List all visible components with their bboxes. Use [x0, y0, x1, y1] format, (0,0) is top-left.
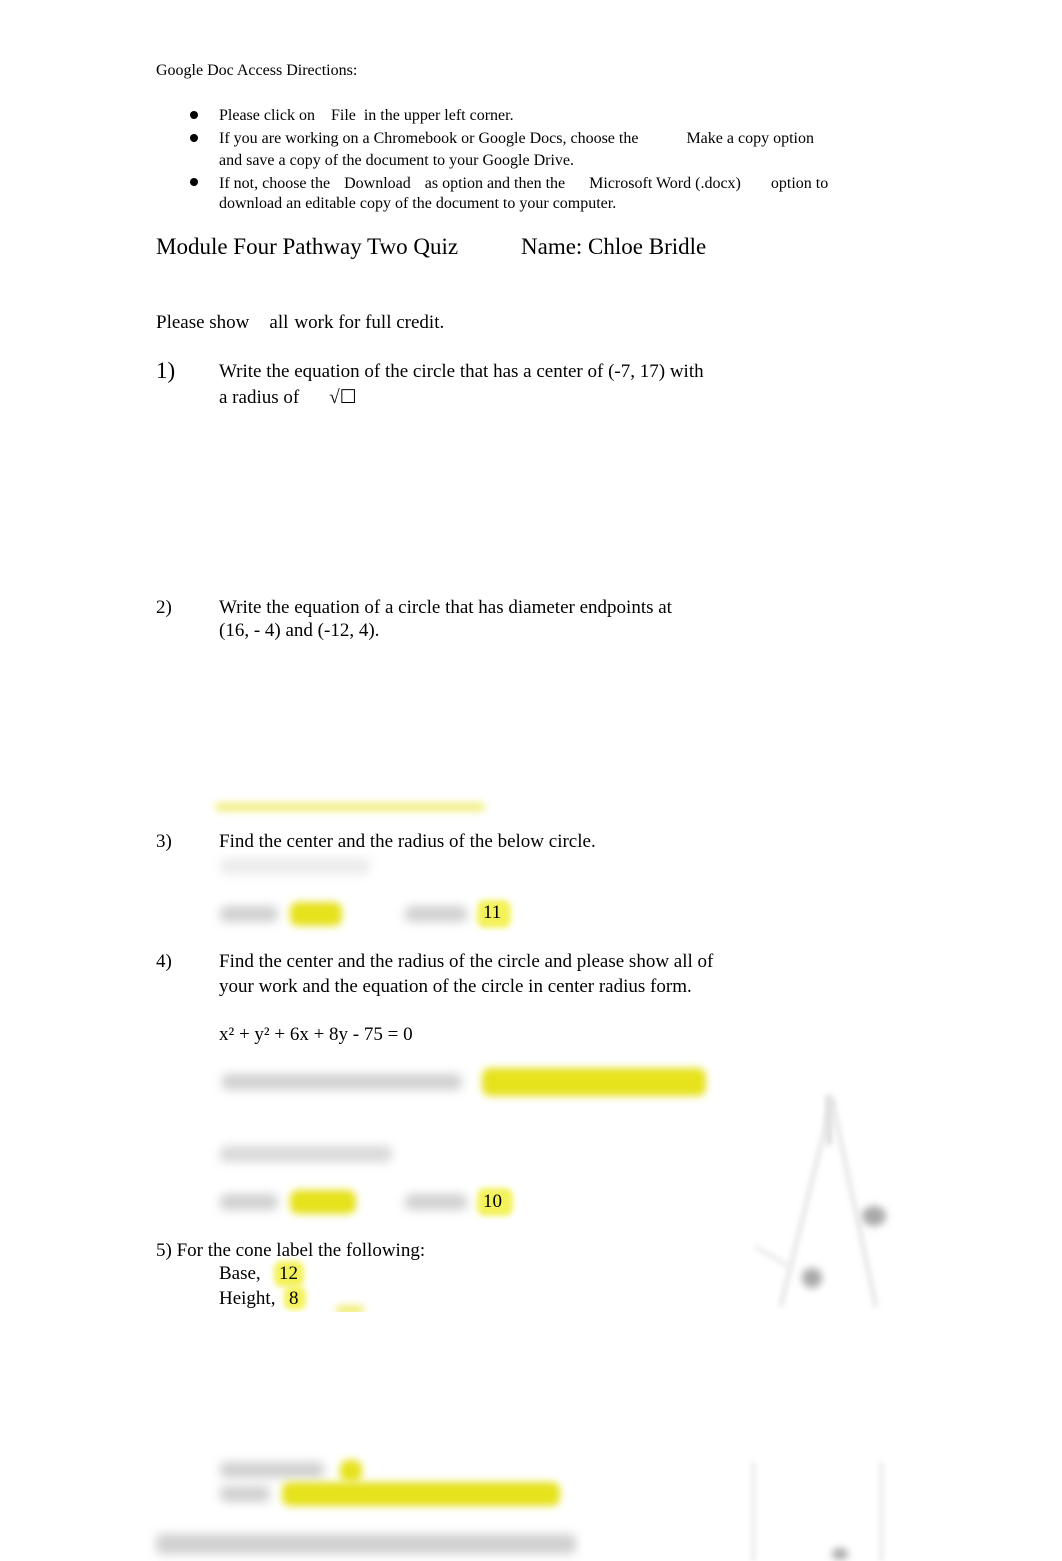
directions-item-2: If you are working on a Chromebook or Go… — [219, 130, 814, 148]
download-reference: Download — [344, 175, 411, 192]
cone-label-marker — [802, 1268, 822, 1288]
question-number: 2) — [156, 597, 172, 618]
text: Please show — [156, 312, 250, 333]
question-text-cont: a radius of √☐ — [219, 386, 357, 409]
question-text: Find the center and the radius of the ci… — [219, 951, 714, 972]
directions-item-3: If not, choose the Download as option and … — [219, 175, 828, 193]
text: For the cone label the following: — [176, 1240, 426, 1261]
text: If you are working on a Chromebook or Go… — [219, 130, 639, 147]
cone-label-marker — [862, 1206, 886, 1226]
redacted-center-answer — [290, 902, 342, 926]
redacted-question — [156, 1534, 576, 1554]
redacted-center-answer — [290, 1190, 356, 1214]
text: a radius of — [219, 387, 300, 408]
cone-figure-edge — [752, 1462, 755, 1561]
text: option to — [770, 175, 829, 192]
instructions: Please show all work for full credit. — [156, 312, 444, 334]
redacted-center-radius-form — [220, 1146, 392, 1162]
cone-right-edge — [830, 1099, 878, 1308]
text: If not, choose the — [219, 175, 331, 192]
redacted-highlight — [215, 803, 485, 811]
question-text: Find the center and the radius of the be… — [219, 831, 596, 852]
bullet-icon — [190, 178, 198, 186]
bullet-icon — [190, 111, 198, 119]
redacted-label — [220, 1462, 324, 1478]
emphasis: all — [269, 312, 289, 333]
redacted-center-label — [220, 1194, 278, 1210]
text: as option and then the — [424, 175, 566, 192]
cone-label-base: Base, — [219, 1263, 261, 1284]
content-gap — [0, 1312, 1062, 1460]
question-text: 5) For the cone label the following: — [156, 1240, 425, 1262]
redacted-label — [220, 1486, 270, 1502]
student-name: Name: Chloe Bridle — [521, 234, 707, 259]
redacted-equation — [220, 858, 370, 874]
text: work for full credit. — [294, 312, 445, 333]
cone-figure-edge — [880, 1462, 883, 1561]
redacted-form-label — [222, 1074, 462, 1090]
redacted-center-radius-equation — [482, 1068, 706, 1096]
cone-base-line — [753, 1245, 791, 1268]
directions-item-2-cont: and save a copy of the document to your … — [219, 152, 575, 169]
radical-placeholder-icon: √☐ — [329, 387, 357, 408]
directions-item-3-cont: download an editable copy of the documen… — [219, 195, 617, 212]
cone-label-marker — [832, 1548, 848, 1560]
redacted-radius-label — [405, 906, 467, 922]
quiz-title: Module Four Pathway Two Quiz — [156, 234, 459, 259]
redacted-answer — [340, 1460, 362, 1482]
bullet-icon — [190, 134, 198, 142]
make-copy-reference: Make a copy option — [686, 130, 814, 147]
redacted-answer — [282, 1482, 560, 1506]
question-text: Write the equation of a circle that has … — [219, 597, 672, 618]
radius-answer: 11 — [483, 902, 502, 923]
question-text-cont: (16, - 4) and (-12, 4). — [219, 620, 380, 641]
question-text: Write the equation of the circle that ha… — [219, 361, 704, 382]
word-docx-reference: Microsoft Word (.docx) — [589, 175, 741, 192]
text: in the upper left corner. — [363, 107, 514, 124]
directions-item-1: Please click on File in the upper left cor… — [219, 107, 514, 125]
question-number: 5) — [156, 1240, 172, 1261]
redacted-radius-label — [405, 1194, 467, 1210]
radius-answer: 10 — [483, 1191, 502, 1212]
question-number: 1) — [156, 358, 176, 383]
question-number: 3) — [156, 831, 172, 852]
question-text-cont: your work and the equation of the circle… — [219, 976, 692, 997]
file-menu-reference: File — [330, 107, 356, 124]
question-number: 4) — [156, 951, 172, 972]
redacted-center-label — [220, 906, 278, 922]
base-answer: 12 — [279, 1263, 298, 1284]
text: Please click on — [219, 107, 315, 124]
directions-title: Google Doc Access Directions: — [156, 62, 358, 79]
cone-label-height: Height, — [219, 1288, 276, 1309]
height-answer: 8 — [289, 1288, 299, 1309]
given-equation: x² + y² + 6x + 8y - 75 = 0 — [219, 1024, 413, 1045]
